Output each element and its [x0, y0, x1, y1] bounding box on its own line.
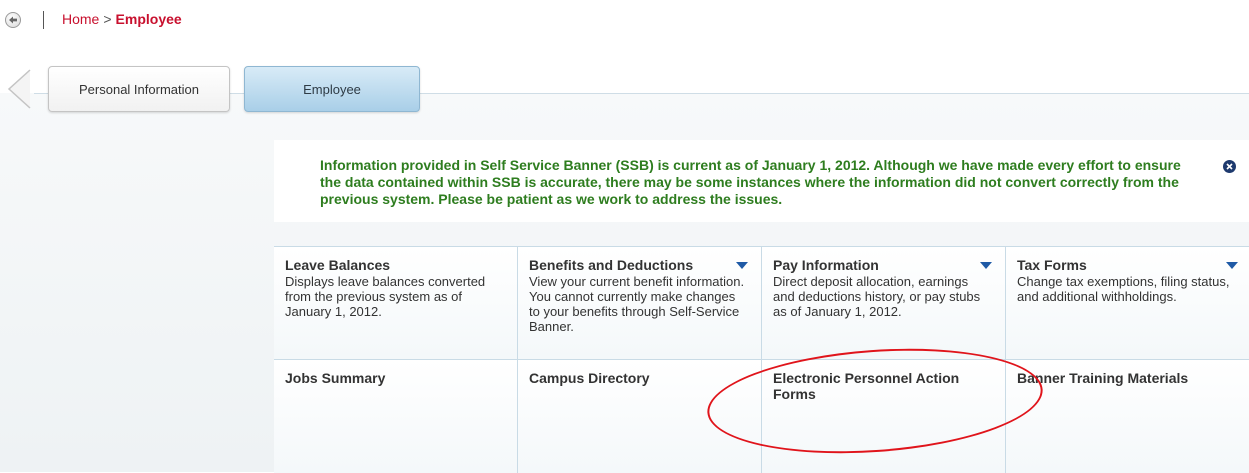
- menu-card-banner-training-materials[interactable]: Banner Training Materials: [1006, 360, 1249, 473]
- menu-card-desc: Direct deposit allocation, earnings and …: [773, 274, 981, 319]
- tab-scroll-left-icon[interactable]: [6, 68, 32, 110]
- tab-baseline-left: [34, 93, 48, 94]
- breadcrumb-home-link[interactable]: Home: [62, 11, 99, 27]
- close-icon[interactable]: [1223, 160, 1236, 173]
- triangle-down-icon[interactable]: [980, 262, 992, 269]
- menu-card-desc: Change tax exemptions, filing status, an…: [1017, 274, 1230, 304]
- menu-card-title: Banner Training Materials: [1017, 370, 1189, 386]
- menu-card-title: Campus Directory: [529, 370, 650, 386]
- menu-card-electronic-personnel-action-forms[interactable]: Electronic Personnel Action Forms: [762, 360, 1006, 473]
- menu-card-desc: View your current benefit information. Y…: [529, 274, 745, 334]
- triangle-down-icon[interactable]: [1226, 262, 1238, 269]
- menu-card-campus-directory[interactable]: Campus Directory: [518, 360, 762, 473]
- menu-card-jobs-summary[interactable]: Jobs Summary: [274, 360, 518, 473]
- menu-card-desc: Displays leave balances converted from t…: [285, 274, 486, 319]
- menu-card-title: Leave Balances: [285, 257, 391, 273]
- notice-text: Information provided in Self Service Ban…: [320, 157, 1181, 207]
- breadcrumb: Home > Employee: [62, 11, 182, 27]
- menu-card-title: Pay Information: [773, 257, 879, 273]
- info-notice: Information provided in Self Service Ban…: [274, 140, 1249, 222]
- menu-card-leave-balances[interactable]: Leave Balances Displays leave balances c…: [274, 247, 518, 360]
- breadcrumb-current: Employee: [115, 11, 182, 27]
- employee-menu-grid: Leave Balances Displays leave balances c…: [274, 246, 1249, 473]
- back-arrow-icon[interactable]: [5, 12, 21, 28]
- breadcrumb-separator: >: [103, 11, 112, 27]
- menu-card-pay-information[interactable]: Pay Information Direct deposit allocatio…: [762, 247, 1006, 360]
- tab-personal-information[interactable]: Personal Information: [48, 66, 230, 112]
- menu-card-title: Electronic Personnel Action Forms: [773, 370, 960, 402]
- menu-card-tax-forms[interactable]: Tax Forms Change tax exemptions, filing …: [1006, 247, 1249, 360]
- triangle-down-icon[interactable]: [736, 262, 748, 269]
- menu-card-benefits-and-deductions[interactable]: Benefits and Deductions View your curren…: [518, 247, 762, 360]
- menu-card-title: Tax Forms: [1017, 257, 1087, 273]
- topbar-divider: [43, 11, 44, 29]
- top-bar: Home > Employee: [0, 0, 1249, 40]
- menu-card-title: Benefits and Deductions: [529, 257, 694, 273]
- menu-card-title: Jobs Summary: [285, 370, 386, 386]
- tab-employee[interactable]: Employee: [244, 66, 420, 112]
